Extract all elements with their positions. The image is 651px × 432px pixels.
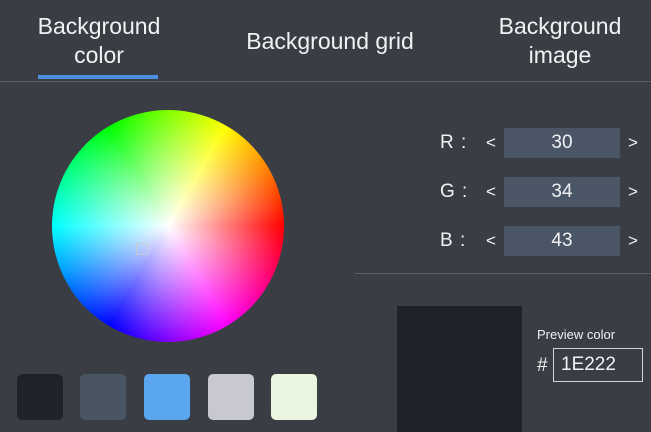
red-value-field[interactable]: 30: [504, 128, 620, 158]
color-wheel-saturation: [52, 110, 284, 342]
tab-background-grid-label: Background grid: [246, 27, 414, 54]
square-cursor-icon[interactable]: [136, 243, 148, 255]
red-decrement-button[interactable]: <: [483, 128, 499, 158]
color-wheel[interactable]: [52, 110, 284, 342]
tab-background-color[interactable]: Background color: [14, 0, 184, 82]
hex-color-input[interactable]: [553, 348, 643, 382]
preset-swatch-blue[interactable]: [144, 374, 190, 420]
active-tab-indicator: [38, 75, 158, 79]
blue-value-field[interactable]: 43: [504, 226, 620, 256]
tab-background-grid[interactable]: Background grid: [220, 0, 440, 82]
green-channel-row: G : < 34 >: [440, 177, 645, 207]
preview-color-swatch: [397, 306, 522, 432]
tab-background-image[interactable]: Background image: [470, 0, 650, 82]
preset-swatch-pale-green[interactable]: [271, 374, 317, 420]
blue-increment-button[interactable]: >: [625, 226, 641, 256]
hash-symbol: #: [537, 355, 548, 376]
green-label: G :: [440, 181, 469, 202]
preset-swatch-slate[interactable]: [80, 374, 126, 420]
preview-color-label: Preview color: [537, 327, 616, 342]
red-channel-row: R : < 30 >: [440, 128, 645, 158]
blue-label: B :: [440, 230, 467, 251]
rgb-divider: [355, 273, 651, 274]
red-increment-button[interactable]: >: [625, 128, 641, 158]
green-decrement-button[interactable]: <: [483, 177, 499, 207]
green-increment-button[interactable]: >: [625, 177, 641, 207]
tab-background-image-label: Background image: [498, 13, 622, 68]
tabs-divider: [0, 81, 651, 82]
tab-bar: Background color Background grid Backgro…: [0, 0, 651, 82]
preset-swatch-dark-navy[interactable]: [17, 374, 63, 420]
blue-decrement-button[interactable]: <: [483, 226, 499, 256]
tab-background-color-label: Background color: [37, 13, 161, 68]
green-value-field[interactable]: 34: [504, 177, 620, 207]
preset-swatch-light-gray[interactable]: [208, 374, 254, 420]
blue-channel-row: B : < 43 >: [440, 226, 645, 256]
red-label: R :: [440, 132, 468, 153]
